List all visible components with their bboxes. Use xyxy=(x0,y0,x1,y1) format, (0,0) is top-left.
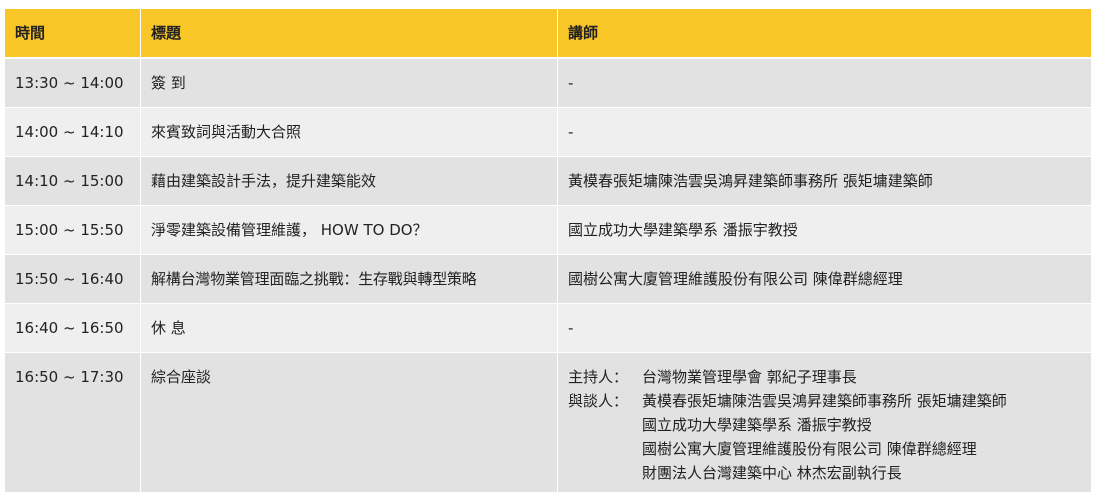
cell-title: 休 息 xyxy=(141,304,558,353)
cell-time: 16:40 ~ 16:50 xyxy=(5,304,141,353)
cell-speaker: 黃模春張矩墉陳浩雲吳鴻昇建築師事務所 張矩墉建築師 xyxy=(558,157,1091,206)
panelist-name: 財團法人台灣建築中心 林杰宏副執行長 xyxy=(642,464,902,482)
cell-title: 綜合座談 xyxy=(141,353,558,493)
host-label: 主持人： xyxy=(568,368,629,386)
cell-speaker: 國樹公寓大廈管理維護股份有限公司 陳偉群總經理 xyxy=(558,255,1091,304)
header-time: 時間 xyxy=(5,9,141,59)
cell-title: 解構台灣物業管理面臨之挑戰：生存戰與轉型策略 xyxy=(141,255,558,304)
schedule-table: 時間 標題 講師 13:30 ~ 14:00 簽 到 - 14:00 ~ 14:… xyxy=(5,9,1091,493)
table-row-panel: 16:50 ~ 17:30 綜合座談 主持人： 台灣物業管理學會 郭紀子理事長 … xyxy=(5,353,1091,493)
cell-title: 淨零建築設備管理維護， HOW TO DO？ xyxy=(141,206,558,255)
panelists-label: 與談人： xyxy=(568,392,629,410)
host-name: 台灣物業管理學會 郭紀子理事長 xyxy=(642,368,857,386)
header-speaker: 講師 xyxy=(558,9,1091,59)
table-row: 14:10 ~ 15:00 藉由建築設計手法，提升建築能效 黃模春張矩墉陳浩雲吳… xyxy=(5,157,1091,206)
cell-title: 簽 到 xyxy=(141,59,558,108)
cell-speaker: - xyxy=(558,304,1091,353)
table-row: 14:00 ~ 14:10 來賓致詞與活動大合照 - xyxy=(5,108,1091,157)
panelists-names: 黃模春張矩墉陳浩雲吳鴻昇建築師事務所 張矩墉建築師 國立成功大學建築學系 潘振宇… xyxy=(642,391,1091,487)
cell-time: 14:10 ~ 15:00 xyxy=(5,157,141,206)
cell-time: 15:00 ~ 15:50 xyxy=(5,206,141,255)
cell-title: 來賓致詞與活動大合照 xyxy=(141,108,558,157)
cell-speaker: - xyxy=(558,59,1091,108)
table-row: 16:40 ~ 16:50 休 息 - xyxy=(5,304,1091,353)
panelist-name: 國立成功大學建築學系 潘振宇教授 xyxy=(642,416,872,434)
panel-list: 主持人： 台灣物業管理學會 郭紀子理事長 與談人： 黃模春張矩墉陳浩雲吳鴻昇建築… xyxy=(568,367,1091,487)
table-row: 15:50 ~ 16:40 解構台灣物業管理面臨之挑戰：生存戰與轉型策略 國樹公… xyxy=(5,255,1091,304)
header-row: 時間 標題 講師 xyxy=(5,9,1091,59)
cell-time: 13:30 ~ 14:00 xyxy=(5,59,141,108)
header-title: 標題 xyxy=(141,9,558,59)
table-row: 13:30 ~ 14:00 簽 到 - xyxy=(5,59,1091,108)
cell-time: 16:50 ~ 17:30 xyxy=(5,353,141,493)
panelist-name: 國樹公寓大廈管理維護股份有限公司 陳偉群總經理 xyxy=(642,440,977,458)
cell-time: 14:00 ~ 14:10 xyxy=(5,108,141,157)
cell-speaker-panel: 主持人： 台灣物業管理學會 郭紀子理事長 與談人： 黃模春張矩墉陳浩雲吳鴻昇建築… xyxy=(558,353,1091,493)
cell-speaker: - xyxy=(558,108,1091,157)
panelist-name: 黃模春張矩墉陳浩雲吳鴻昇建築師事務所 張矩墉建築師 xyxy=(642,392,1007,410)
cell-title: 藉由建築設計手法，提升建築能效 xyxy=(141,157,558,206)
cell-speaker: 國立成功大學建築學系 潘振宇教授 xyxy=(558,206,1091,255)
cell-time: 15:50 ~ 16:40 xyxy=(5,255,141,304)
table-row: 15:00 ~ 15:50 淨零建築設備管理維護， HOW TO DO？ 國立成… xyxy=(5,206,1091,255)
